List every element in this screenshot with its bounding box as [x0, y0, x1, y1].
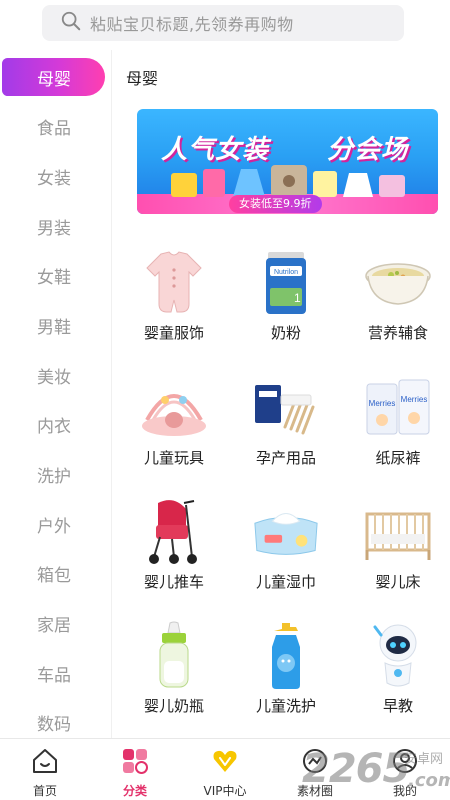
- category-content: 母婴 人气女装 分会场 女装低至9.9折 婴童服饰 Nutrilon 1 奶粉 …: [112, 50, 450, 738]
- milk-powder-icon: Nutrilon 1: [251, 248, 321, 318]
- category-icon: [121, 747, 149, 775]
- baby-food-bowl-icon: [363, 248, 433, 318]
- item-label: 纸尿裤: [375, 449, 421, 467]
- sidebar-item-bags[interactable]: 箱包: [0, 554, 112, 592]
- sidebar-item-personal-care[interactable]: 洗护: [0, 455, 112, 493]
- sidebar-item-womens-shoes[interactable]: 女鞋: [0, 256, 112, 294]
- tab-label: 首页: [32, 784, 57, 798]
- item-label: 婴童服饰: [143, 324, 204, 342]
- wet-wipes-icon: [251, 497, 321, 567]
- watermark-site: 安卓网: [404, 752, 444, 767]
- search-icon: [60, 10, 82, 36]
- tab-category[interactable]: 分类: [90, 739, 180, 800]
- category-item-baby-bottle[interactable]: 婴儿奶瓶: [120, 621, 228, 731]
- banner-title-left: 人气女装: [161, 135, 270, 165]
- sidebar-item-home[interactable]: 家居: [0, 604, 112, 642]
- category-item-kids-wash[interactable]: 儿童洗护: [232, 621, 340, 731]
- category-item-crib[interactable]: 婴儿床: [344, 497, 450, 607]
- tab-label: 分类: [122, 784, 147, 798]
- watermark-number: 2265: [302, 746, 410, 792]
- diaper-pack-icon: Merries Merries: [363, 373, 433, 443]
- item-label: 儿童湿巾: [255, 573, 316, 591]
- search-placeholder: 粘贴宝贝标题,先领券再购物: [90, 15, 294, 34]
- sidebar-item-food[interactable]: 食品: [0, 107, 112, 145]
- sidebar-item-underwear[interactable]: 内衣: [0, 405, 112, 443]
- kids-shampoo-icon: [251, 621, 321, 691]
- category-item-stroller[interactable]: 婴儿推车: [120, 497, 228, 607]
- category-item-milk-powder[interactable]: Nutrilon 1 奶粉: [232, 248, 340, 358]
- svg-text:Merries: Merries: [401, 395, 428, 404]
- tab-home[interactable]: 首页: [0, 739, 90, 800]
- sidebar-item-car[interactable]: 车品: [0, 654, 112, 692]
- watermark-domain: .com: [408, 770, 450, 791]
- sidebar-item-mens-clothing[interactable]: 男装: [0, 207, 112, 245]
- home-icon: [31, 747, 59, 775]
- top-header: 粘贴宝贝标题,先领券再购物: [0, 0, 450, 50]
- stroller-icon: [139, 497, 209, 567]
- crib-icon: [363, 497, 433, 567]
- sidebar-item-mens-shoes[interactable]: 男鞋: [0, 306, 112, 344]
- category-item-kids-toys[interactable]: 儿童玩具: [120, 373, 228, 483]
- maternity-kit-icon: [251, 373, 321, 443]
- baby-bottle-icon: [139, 621, 209, 691]
- item-label: 孕产用品: [255, 449, 316, 467]
- category-item-maternity-supplies[interactable]: 孕产用品: [232, 373, 340, 483]
- category-item-diapers[interactable]: Merries Merries 纸尿裤: [344, 373, 450, 483]
- sidebar-item-beauty[interactable]: 美妆: [0, 356, 112, 394]
- tab-label: VIP中心: [203, 784, 247, 798]
- search-bar[interactable]: 粘贴宝贝标题,先领券再购物: [42, 5, 404, 41]
- item-label: 早教: [382, 697, 413, 715]
- item-label: 奶粉: [270, 324, 301, 342]
- banner-discount-badge: 女装低至9.9折: [229, 195, 322, 213]
- item-label: 儿童玩具: [143, 449, 204, 467]
- vip-heart-icon: [211, 747, 239, 775]
- category-item-early-education[interactable]: 早教: [344, 621, 450, 731]
- item-label: 婴儿推车: [143, 573, 204, 591]
- robot-toy-icon: [363, 621, 433, 691]
- svg-text:Merries: Merries: [369, 399, 396, 408]
- site-watermark: 2265 安卓网 .com: [300, 740, 450, 798]
- category-sidebar: 母婴 食品 女装 男装 女鞋 男鞋 美妆 内衣 洗护 户外 箱包 家居 车品 数…: [0, 50, 112, 738]
- category-item-wet-wipes[interactable]: 儿童湿巾: [232, 497, 340, 607]
- svg-text:1: 1: [294, 291, 301, 305]
- item-label: 营养辅食: [367, 324, 428, 342]
- play-gym-icon: [139, 373, 209, 443]
- category-item-baby-food[interactable]: 营养辅食: [344, 248, 450, 358]
- category-item-baby-clothing[interactable]: 婴童服饰: [120, 248, 228, 358]
- sidebar-item-outdoor[interactable]: 户外: [0, 505, 112, 543]
- svg-text:Nutrilon: Nutrilon: [274, 269, 298, 276]
- sidebar-item-womens-clothing[interactable]: 女装: [0, 157, 112, 195]
- item-label: 婴儿床: [375, 573, 421, 591]
- baby-romper-icon: [139, 248, 209, 318]
- sidebar-item-digital[interactable]: 数码: [0, 703, 112, 741]
- item-label: 婴儿奶瓶: [143, 697, 204, 715]
- sidebar-item-maternity[interactable]: 母婴: [2, 58, 105, 96]
- section-title: 母婴: [126, 69, 159, 88]
- tab-vip-center[interactable]: VIP中心: [180, 739, 270, 800]
- item-label: 儿童洗护: [255, 697, 316, 715]
- banner-title-right: 分会场: [327, 135, 409, 165]
- promo-banner[interactable]: 人气女装 分会场 女装低至9.9折: [137, 109, 438, 214]
